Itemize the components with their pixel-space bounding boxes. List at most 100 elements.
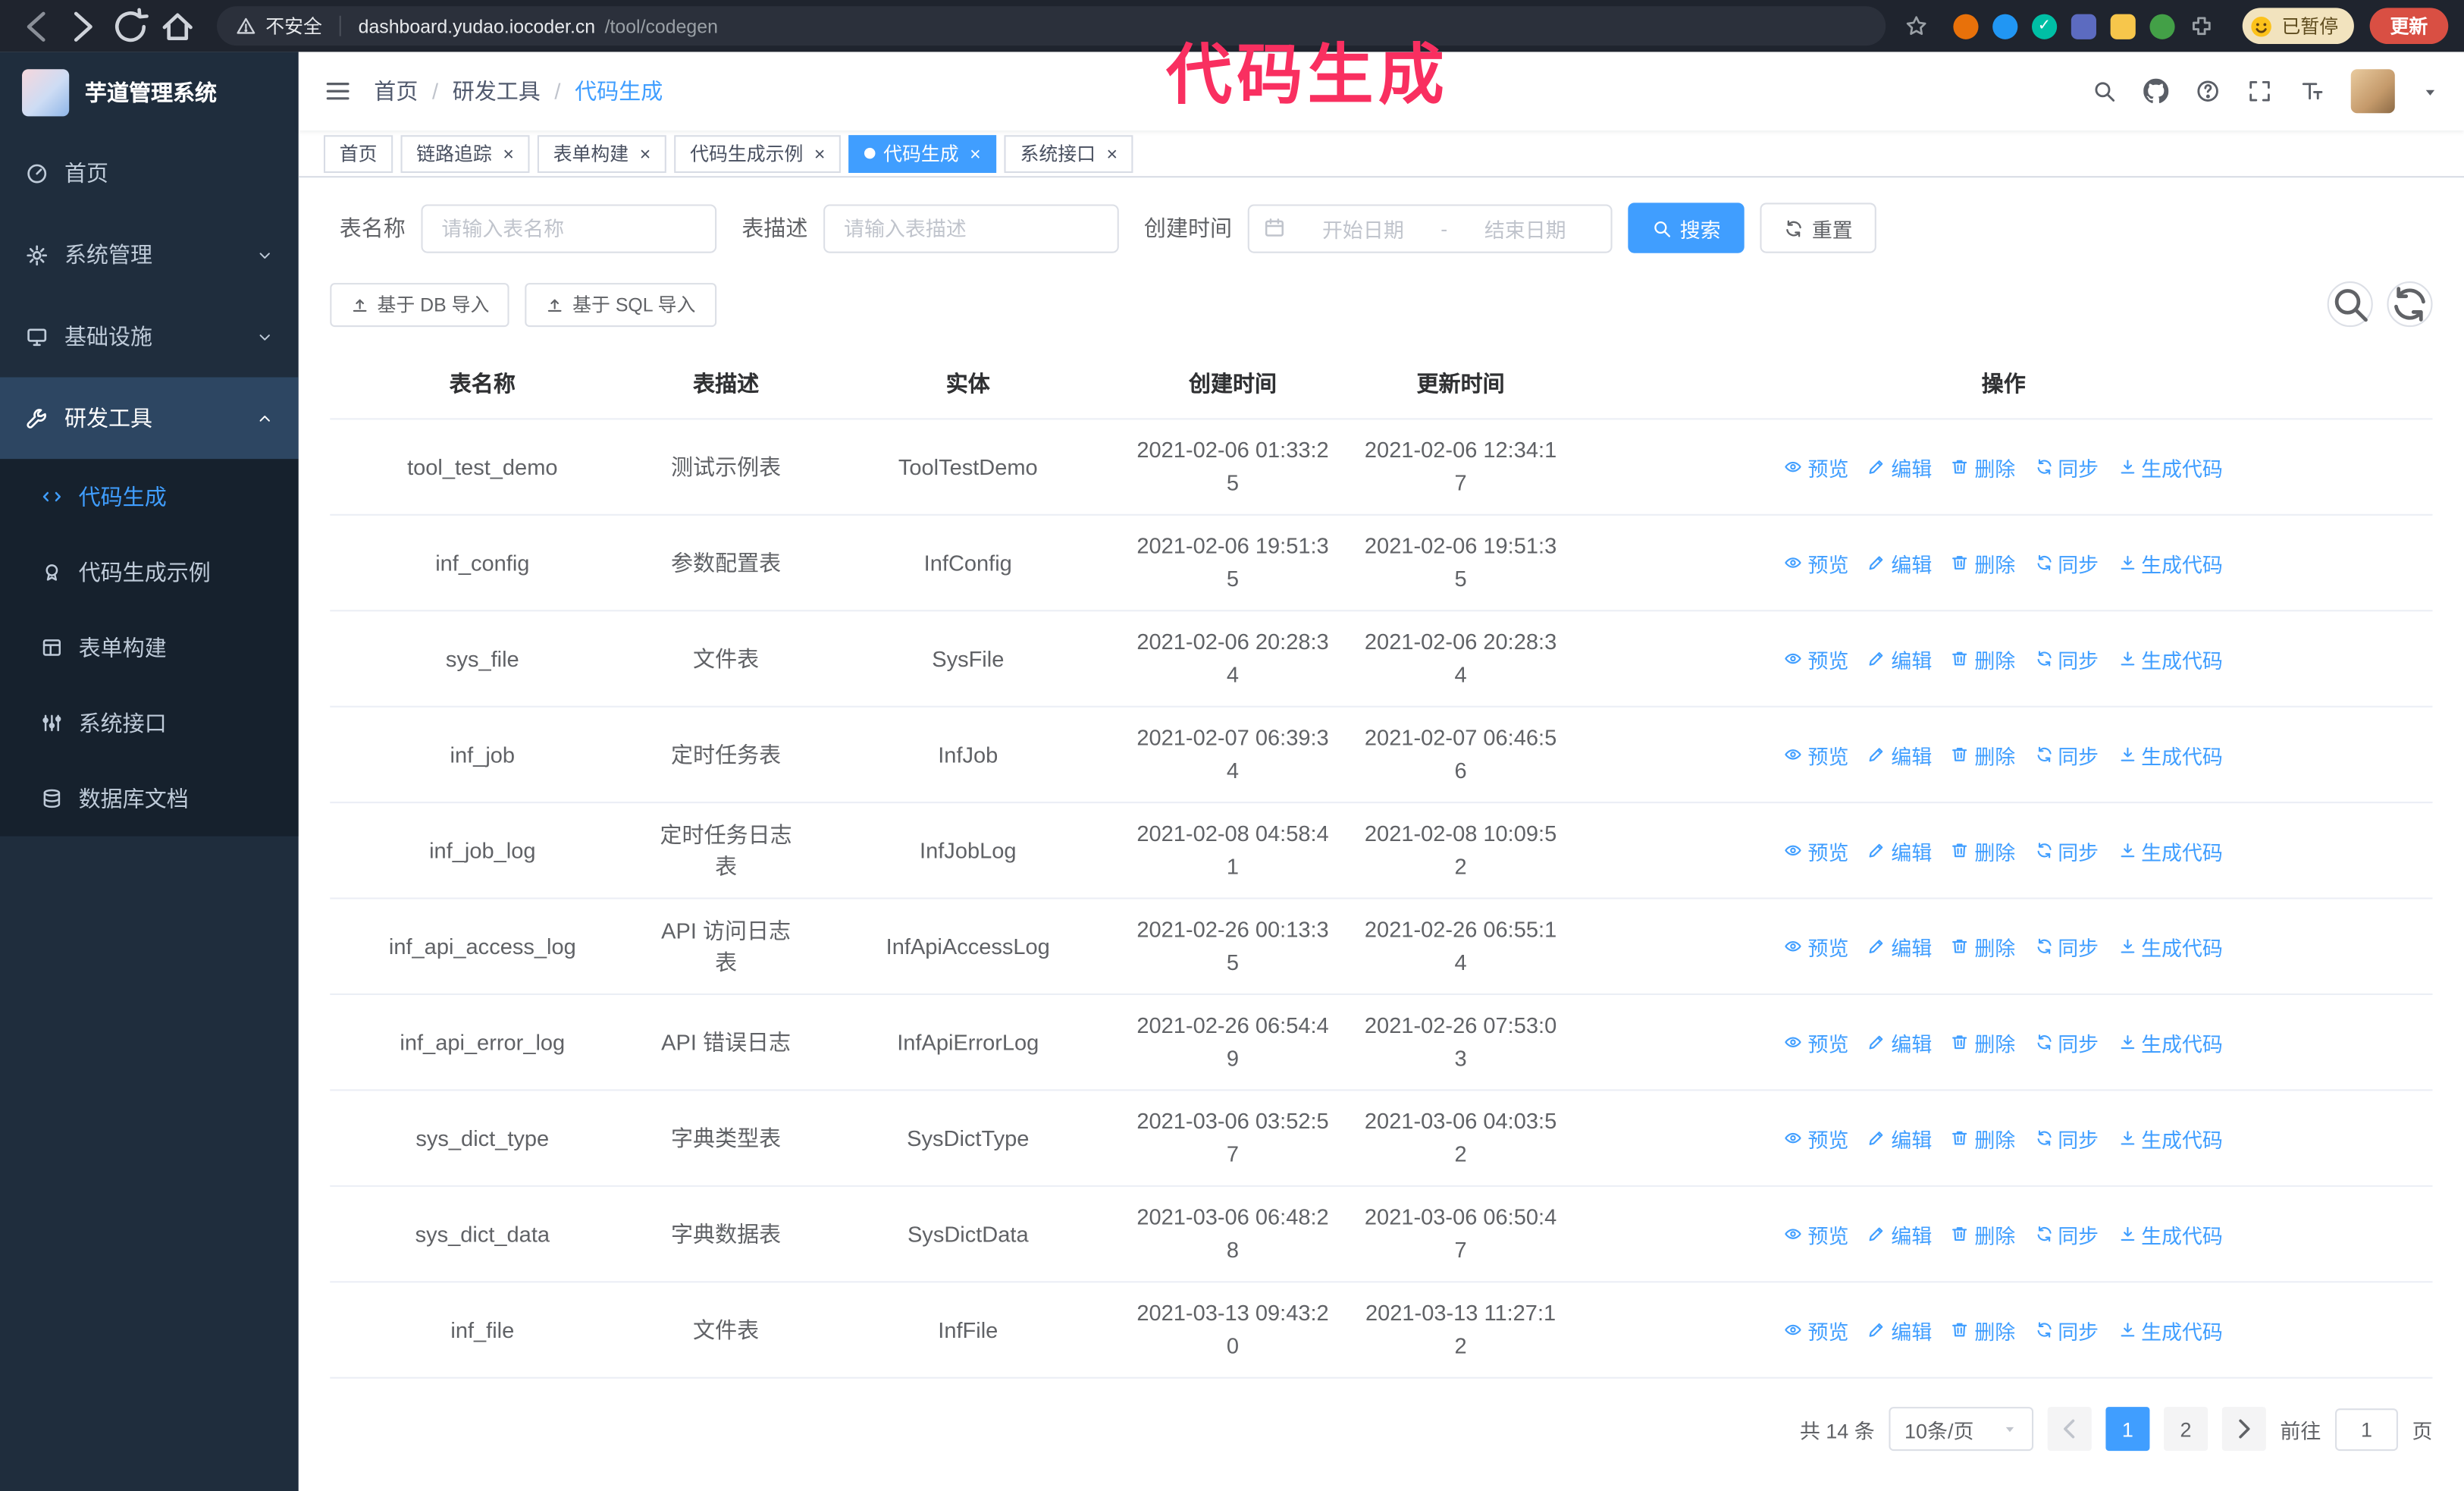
generate-action[interactable]: 生成代码 (2118, 1315, 2223, 1345)
start-date-input[interactable]: 开始日期 (1292, 213, 1434, 243)
forward-icon[interactable] (63, 5, 104, 46)
sidebar-subitem-0[interactable]: 代码生成 (0, 459, 299, 534)
preview-action[interactable]: 预览 (1784, 644, 1848, 673)
delete-action[interactable]: 删除 (1951, 644, 2015, 673)
drop-extension-icon[interactable] (1992, 13, 2018, 39)
delete-action[interactable]: 删除 (1951, 1315, 2015, 1345)
bookmark-star-icon[interactable] (1904, 14, 1928, 38)
generate-action[interactable]: 生成代码 (2118, 931, 2223, 961)
page-button-2[interactable]: 2 (2164, 1407, 2209, 1452)
tab-1[interactable]: 链路追踪 × (400, 134, 530, 172)
preview-action[interactable]: 预览 (1784, 548, 1848, 577)
end-date-input[interactable]: 结束日期 (1454, 213, 1597, 243)
preview-action[interactable]: 预览 (1784, 1123, 1848, 1153)
preview-action[interactable]: 预览 (1784, 1028, 1848, 1057)
user-avatar[interactable] (2350, 69, 2395, 114)
generate-action[interactable]: 生成代码 (2118, 1219, 2223, 1248)
edit-action[interactable]: 编辑 (1867, 1219, 1932, 1248)
people-extension-icon[interactable] (2071, 13, 2096, 39)
preview-action[interactable]: 预览 (1784, 739, 1848, 769)
edit-action[interactable]: 编辑 (1867, 452, 1932, 482)
edit-action[interactable]: 编辑 (1867, 548, 1932, 577)
close-tab-icon[interactable]: × (640, 143, 651, 165)
edit-action[interactable]: 编辑 (1867, 836, 1932, 865)
tab-2[interactable]: 表单构建 × (537, 134, 666, 172)
home-icon[interactable] (157, 5, 198, 46)
github-icon[interactable] (2143, 78, 2169, 104)
import-db-button[interactable]: 基于 DB 导入 (330, 282, 510, 327)
close-tab-icon[interactable]: × (814, 143, 826, 165)
sidebar-subitem-3[interactable]: 系统接口 (0, 686, 299, 761)
table-desc-input[interactable] (823, 203, 1119, 253)
sidebar-toggle-icon[interactable] (324, 77, 352, 105)
edit-action[interactable]: 编辑 (1867, 1315, 1932, 1345)
delete-action[interactable]: 删除 (1951, 1028, 2015, 1057)
delete-action[interactable]: 删除 (1951, 548, 2015, 577)
preview-action[interactable]: 预览 (1784, 452, 1848, 482)
date-range-picker[interactable]: 开始日期 - 结束日期 (1247, 203, 1613, 253)
tab-4[interactable]: 代码生成 × (848, 134, 997, 172)
font-size-icon[interactable] (2299, 79, 2324, 104)
delete-action[interactable]: 删除 (1951, 1123, 2015, 1153)
delete-action[interactable]: 删除 (1951, 931, 2015, 961)
sidebar-item-0[interactable]: 首页 (0, 132, 299, 214)
sidebar-item-1[interactable]: 系统管理 (0, 214, 299, 296)
preview-action[interactable]: 预览 (1784, 836, 1848, 865)
sidebar-subitem-2[interactable]: 表单构建 (0, 610, 299, 685)
sync-action[interactable]: 同步 (2034, 739, 2099, 769)
sync-action[interactable]: 同步 (2034, 931, 2099, 961)
browser-update-button[interactable]: 更新 (2369, 8, 2449, 45)
page-size-select[interactable]: 10条/页 (1889, 1407, 2034, 1452)
tab-5[interactable]: 系统接口 × (1004, 134, 1133, 172)
delete-action[interactable]: 删除 (1951, 1219, 2015, 1248)
close-tab-icon[interactable]: × (1107, 143, 1118, 165)
search-button[interactable]: 搜索 (1628, 202, 1745, 253)
tab-0[interactable]: 首页 (323, 134, 393, 172)
leaf-extension-icon[interactable] (2149, 13, 2175, 39)
generate-action[interactable]: 生成代码 (2118, 452, 2223, 482)
edit-action[interactable]: 编辑 (1867, 1028, 1932, 1057)
breadcrumb-item-1[interactable]: 研发工具 (453, 75, 541, 106)
next-page-button[interactable] (2221, 1407, 2266, 1452)
toggle-search-button[interactable] (2327, 281, 2373, 328)
sidebar-item-2[interactable]: 基础设施 (0, 296, 299, 378)
sync-action[interactable]: 同步 (2034, 644, 2099, 673)
sidebar-subitem-1[interactable]: 代码生成示例 (0, 535, 299, 610)
sync-action[interactable]: 同步 (2034, 1219, 2099, 1248)
breadcrumb-item-0[interactable]: 首页 (374, 75, 418, 106)
reset-button[interactable]: 重置 (1760, 202, 1876, 253)
address-bar[interactable]: 不安全 dashboard.yudao.iocoder.cn/tool/code… (217, 6, 1886, 46)
dict-extension-icon[interactable] (2110, 13, 2136, 39)
sidebar-subitem-4[interactable]: 数据库文档 (0, 761, 299, 836)
app-logo[interactable]: 芋道管理系统 (0, 52, 299, 132)
edit-action[interactable]: 编辑 (1867, 644, 1932, 673)
import-sql-button[interactable]: 基于 SQL 导入 (525, 282, 716, 327)
check-extension-icon[interactable]: ✓ (2031, 13, 2058, 39)
generate-action[interactable]: 生成代码 (2118, 1123, 2223, 1153)
reload-icon[interactable] (110, 5, 151, 46)
sidebar-item-3[interactable]: 研发工具 (0, 377, 299, 460)
help-icon[interactable] (2196, 79, 2221, 104)
sync-action[interactable]: 同步 (2034, 836, 2099, 865)
preview-action[interactable]: 预览 (1784, 1315, 1848, 1345)
refresh-table-button[interactable] (2387, 281, 2433, 328)
fullscreen-icon[interactable] (2247, 79, 2272, 104)
sync-action[interactable]: 同步 (2034, 548, 2099, 577)
header-search-icon[interactable] (2092, 79, 2117, 104)
edit-action[interactable]: 编辑 (1867, 1123, 1932, 1153)
sync-action[interactable]: 同步 (2034, 1028, 2099, 1057)
delete-action[interactable]: 删除 (1951, 739, 2015, 769)
prev-page-button[interactable] (2047, 1407, 2092, 1452)
close-tab-icon[interactable]: × (503, 143, 514, 165)
generate-action[interactable]: 生成代码 (2118, 739, 2223, 769)
tab-3[interactable]: 代码生成示例 × (674, 134, 842, 172)
generate-action[interactable]: 生成代码 (2118, 548, 2223, 577)
avatar-caret-icon[interactable] (2422, 83, 2439, 100)
sync-action[interactable]: 同步 (2034, 1123, 2099, 1153)
edit-action[interactable]: 编辑 (1867, 931, 1932, 961)
sync-action[interactable]: 同步 (2034, 452, 2099, 482)
profile-paused-badge[interactable]: 已暂停 (2242, 8, 2354, 45)
sync-action[interactable]: 同步 (2034, 1315, 2099, 1345)
delete-action[interactable]: 删除 (1951, 836, 2015, 865)
delete-action[interactable]: 删除 (1951, 452, 2015, 482)
